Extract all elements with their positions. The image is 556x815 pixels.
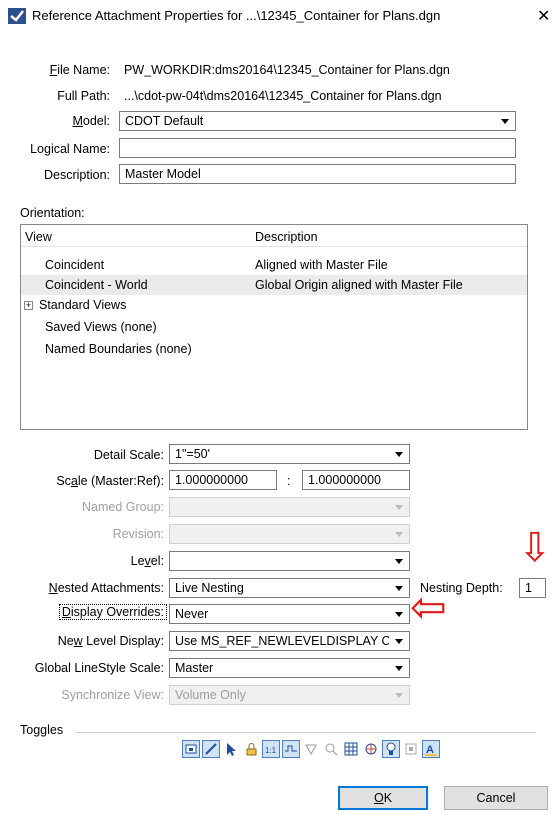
lock-toggle-icon[interactable] — [242, 740, 260, 758]
expand-icon[interactable]: + — [24, 301, 33, 310]
list-item-selected[interactable]: Coincident - World Global Origin aligned… — [21, 275, 527, 295]
chevron-down-icon — [395, 559, 403, 564]
window-title: Reference Attachment Properties for ...\… — [32, 8, 441, 23]
title-bar: Reference Attachment Properties for ...\… — [0, 0, 556, 32]
description-input[interactable]: Master Model — [119, 164, 516, 184]
microstation-icon — [8, 8, 26, 24]
list-item[interactable]: Named Boundaries (none) — [21, 339, 527, 359]
column-header-view[interactable]: View — [25, 230, 52, 244]
display-toggle-icon[interactable] — [182, 740, 200, 758]
list-item[interactable]: Saved Views (none) — [21, 317, 527, 337]
logical-name-input[interactable] — [119, 138, 516, 158]
chevron-down-icon — [395, 639, 403, 644]
synchronize-view-dropdown[interactable]: Volume Only — [169, 685, 410, 705]
chevron-down-icon — [395, 693, 403, 698]
revision-label: Revision: — [112, 527, 164, 541]
level-dropdown[interactable] — [169, 551, 410, 571]
global-linestyle-scale-label: Global LineStyle Scale: — [34, 661, 164, 675]
scale-toggle-icon[interactable]: 1:1 — [262, 740, 280, 758]
full-path-value: ...\cdot-pw-04t\dms20164\12345_Container… — [124, 89, 442, 103]
close-icon[interactable]: ✕ — [537, 6, 550, 26]
level-label: Level: — [130, 554, 164, 568]
chevron-down-icon — [501, 119, 509, 124]
file-name-label: File Name: — [49, 63, 110, 77]
toggles-toolbar: 1:1 A — [182, 740, 442, 760]
model-value: CDOT Default — [125, 114, 204, 128]
clip-toggle-icon[interactable] — [402, 740, 420, 758]
nested-attachments-label: Nested Attachments: — [48, 581, 164, 595]
column-header-description[interactable]: Description — [255, 230, 318, 244]
raster-toggle-icon[interactable] — [362, 740, 380, 758]
toggles-label: Toggles — [20, 723, 64, 737]
scale-ref-input[interactable]: 1.000000000 — [302, 470, 410, 490]
global-linestyle-scale-dropdown[interactable]: Master — [169, 658, 410, 678]
file-name-value: PW_WORKDIR:dms20164\12345_Container for … — [124, 63, 450, 77]
logical-name-label: Logical Name: — [30, 142, 110, 156]
ignore-toggle-icon[interactable] — [302, 740, 320, 758]
toggles-divider — [76, 732, 536, 733]
scale-separator: : — [287, 474, 291, 488]
detail-scale-label: Detail Scale: — [93, 448, 164, 462]
synchronize-view-label: Synchronize View: — [61, 688, 164, 702]
full-path-label: Full Path: — [57, 89, 110, 103]
orientation-label: Orientation: — [20, 206, 85, 220]
treat-as-element-icon[interactable] — [322, 740, 340, 758]
detail-scale-dropdown[interactable]: 1"=50' — [169, 444, 410, 464]
scale-master-input[interactable]: 1.000000000 — [169, 470, 277, 490]
scale-label: Scale (Master:Ref): — [56, 474, 164, 488]
model-label: Model: — [72, 114, 110, 128]
ok-button[interactable]: OK — [338, 786, 428, 810]
chevron-down-icon — [395, 452, 403, 457]
chevron-down-icon — [395, 505, 403, 510]
snap-toggle-icon[interactable] — [202, 740, 220, 758]
list-item[interactable]: Coincident Aligned with Master File — [21, 255, 527, 275]
annotation-left-arrow-icon: ⇦ — [410, 583, 447, 632]
orientation-list-header: View Description — [21, 225, 527, 247]
new-level-display-dropdown[interactable]: Use MS_REF_NEWLEVELDISPLAY Co — [169, 631, 410, 651]
chevron-down-icon — [395, 612, 403, 617]
orientation-list[interactable]: View Description Coincident Aligned with… — [20, 224, 528, 430]
locate-toggle-icon[interactable] — [222, 740, 240, 758]
model-dropdown[interactable]: CDOT Default — [119, 111, 516, 131]
description-label: Description: — [44, 168, 110, 182]
new-level-display-label: New Level Display: — [57, 634, 164, 648]
annotation-down-arrow-icon: ⇩ — [518, 526, 552, 570]
nested-attachments-dropdown[interactable]: Live Nesting — [169, 578, 410, 598]
linestyle-toggle-icon[interactable] — [282, 740, 300, 758]
display-overrides-dropdown[interactable]: Never — [169, 604, 410, 624]
text-toggle-icon[interactable]: A — [422, 740, 440, 758]
revision-dropdown[interactable] — [169, 524, 410, 544]
list-item[interactable]: + Standard Views — [21, 295, 527, 315]
cancel-button[interactable]: Cancel — [444, 786, 548, 810]
nesting-depth-input[interactable]: 1 — [519, 578, 546, 598]
svg-text:1:1: 1:1 — [265, 746, 277, 755]
named-group-label: Named Group: — [82, 500, 164, 514]
chevron-down-icon — [395, 532, 403, 537]
chevron-down-icon — [395, 666, 403, 671]
grid-toggle-icon[interactable] — [342, 740, 360, 758]
lights-toggle-icon[interactable] — [382, 740, 400, 758]
named-group-dropdown[interactable] — [169, 497, 410, 517]
display-overrides-label: Display Overrides: — [58, 604, 167, 620]
chevron-down-icon — [395, 586, 403, 591]
